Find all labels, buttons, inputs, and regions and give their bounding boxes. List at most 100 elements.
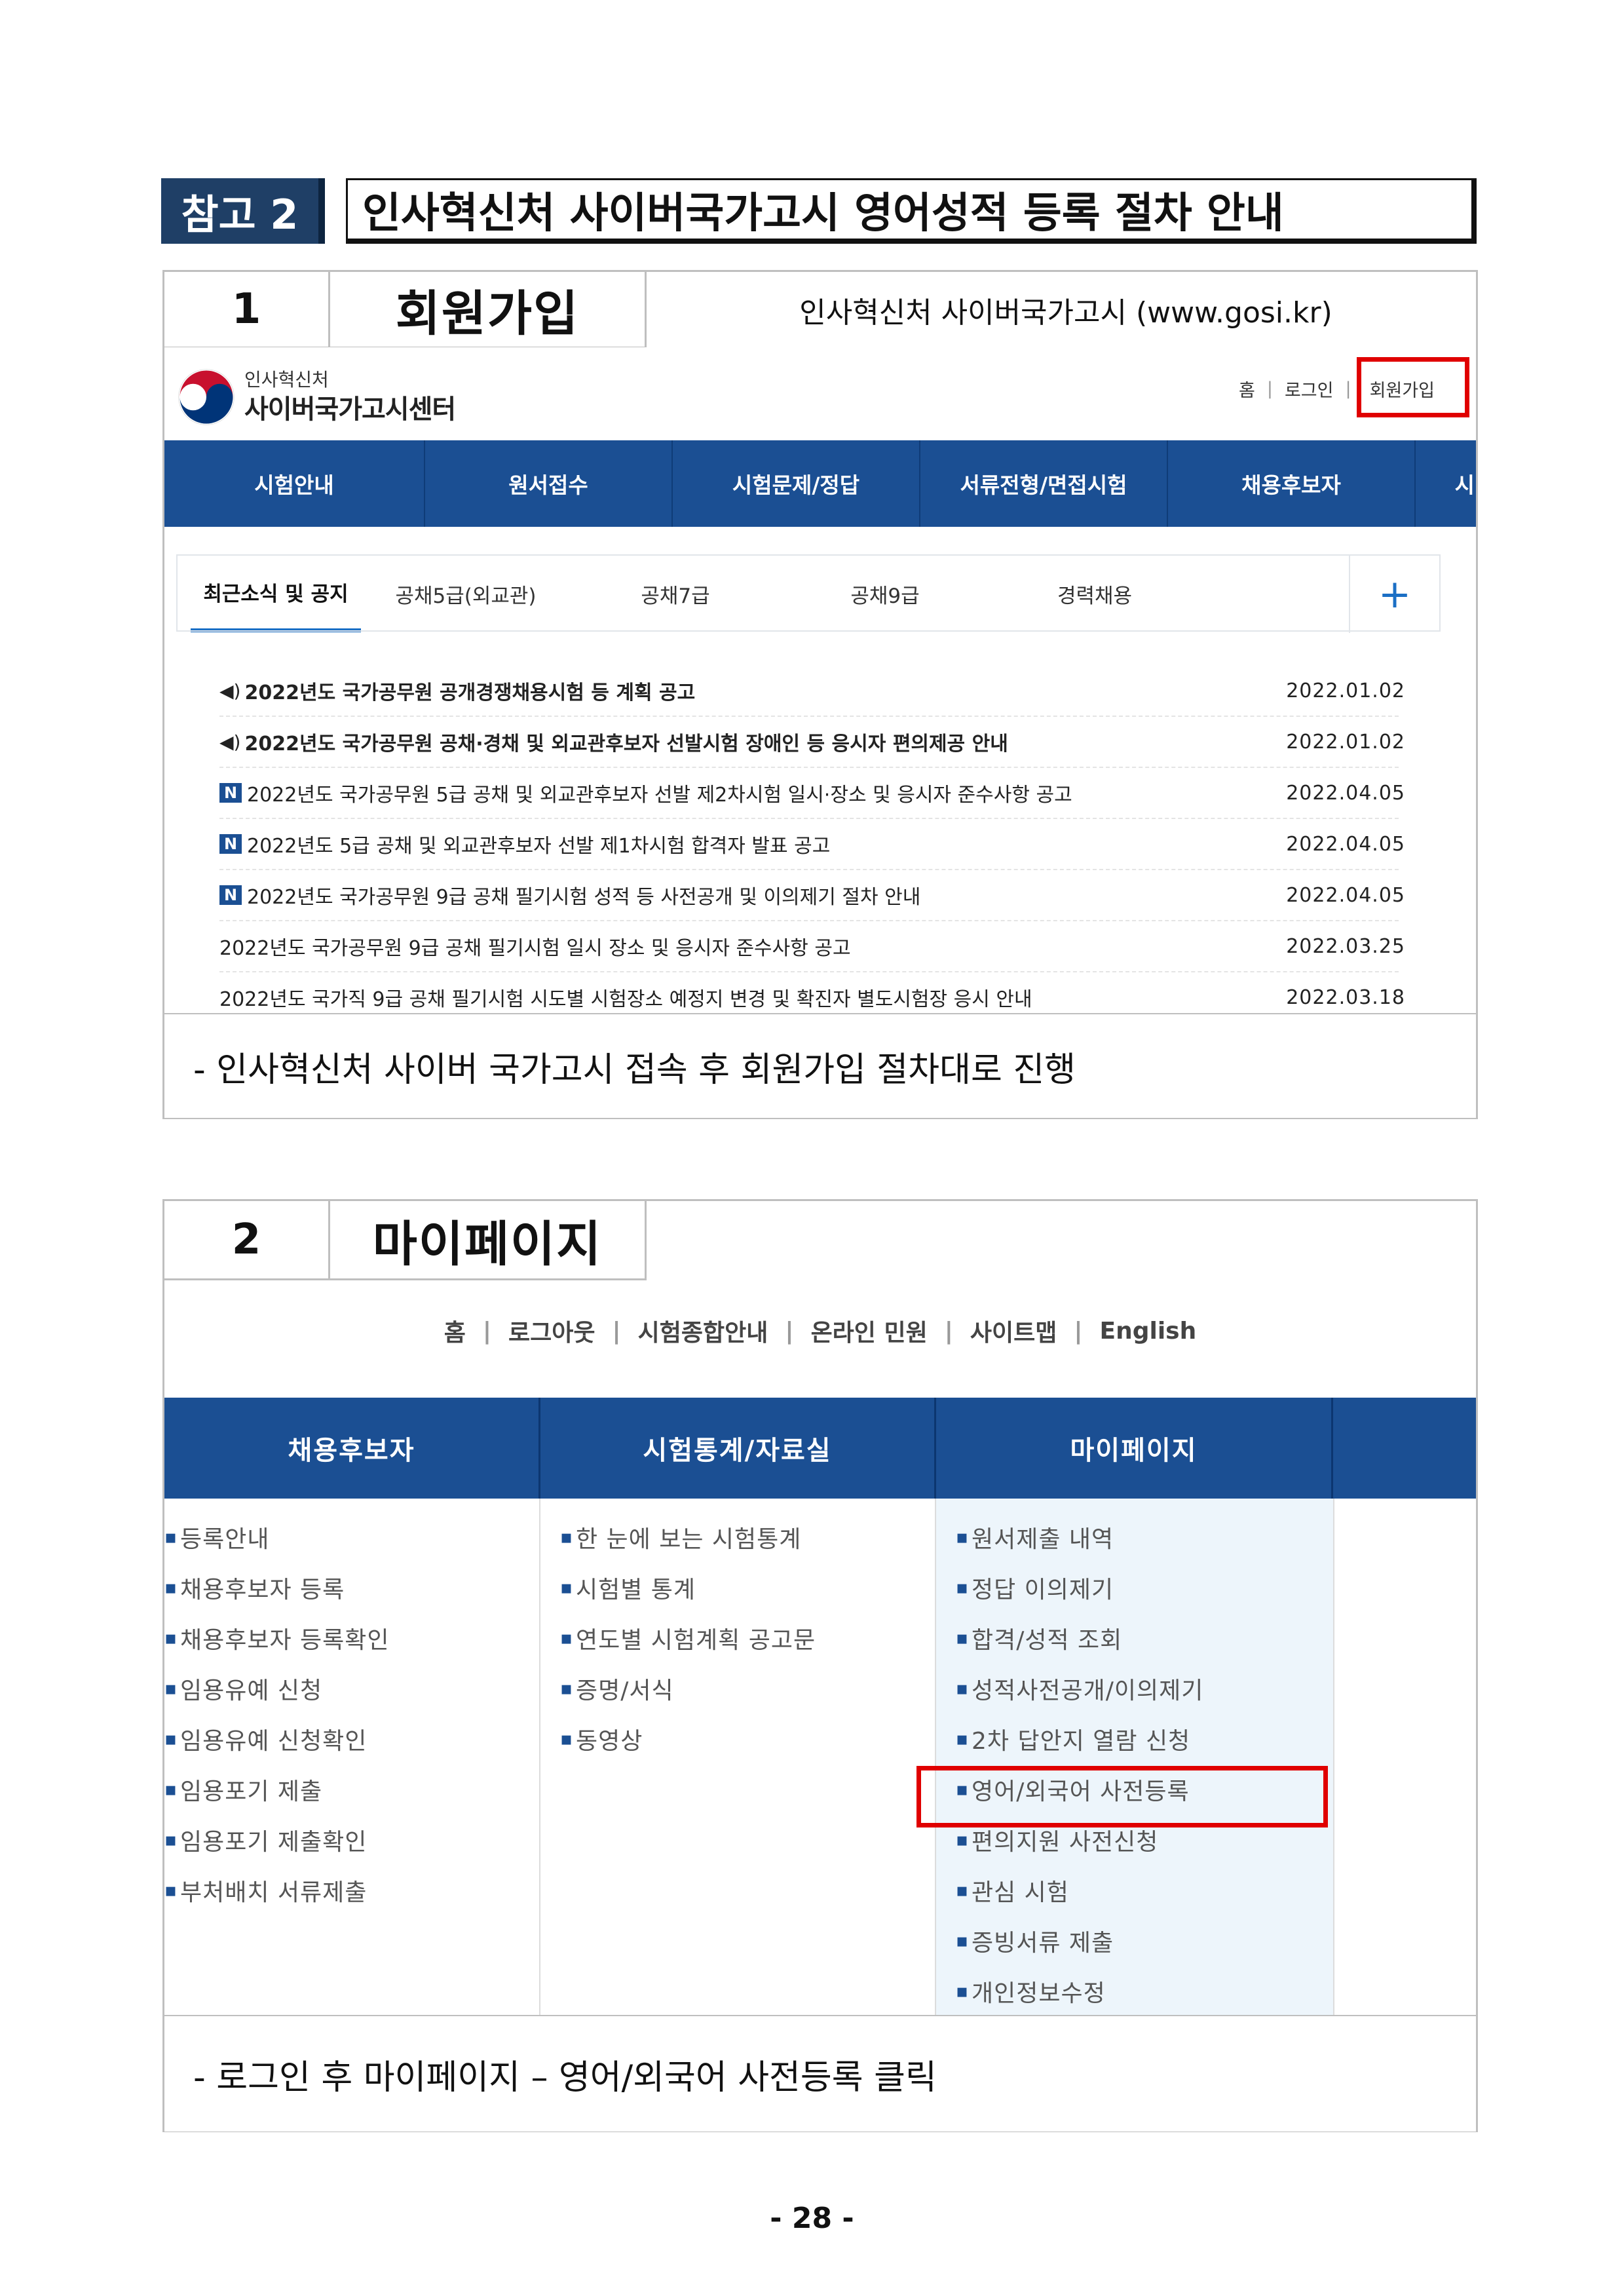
menu-item[interactable]: 증명/서식 (560, 1663, 816, 1713)
notice-row[interactable]: N 2022년도 국가공무원 9급 공채 필기시험 성적 등 사전공개 및 이의제… (219, 870, 1405, 921)
menu-item[interactable]: 채용후보자 등록확인 (164, 1613, 390, 1663)
reference-label: 참고 2 (161, 178, 325, 244)
step1-number: 1 (162, 270, 330, 349)
menu-item[interactable]: 임용유예 신청확인 (164, 1713, 390, 1764)
logo-title[interactable]: 사이버국가고시센터 (244, 388, 456, 426)
notice-row[interactable]: 2022년도 국가공무원 9급 공채 필기시험 일시 장소 및 응시자 준수사항… (219, 921, 1405, 972)
notice-row[interactable]: 2022년도 국가직 9급 공채 필기시험 시도별 시험장소 예정지 변경 및 … (219, 972, 1405, 1013)
menu-item[interactable]: 동영상 (560, 1713, 816, 1764)
menu-item[interactable]: 2차 답안지 열람 신청 (956, 1713, 1203, 1764)
column-divider (539, 1499, 540, 2015)
english-registration-highlight-box (916, 1766, 1328, 1827)
notice-title[interactable]: 2022년도 국가공무원 9급 공채 필기시험 성적 등 사전공개 및 이의제기… (247, 881, 920, 909)
plus-icon[interactable]: + (1349, 556, 1439, 633)
menu-item[interactable]: 임용유예 신청 (164, 1663, 390, 1713)
main-nav: 시험안내 원서접수 시험문제/정답 서류전형/면접시험 채용후보자 시 (164, 440, 1476, 527)
exam-guide-link[interactable]: 시험종합안내 (638, 1314, 768, 1348)
menu-item[interactable]: 등록안내 (164, 1512, 390, 1562)
menu-item[interactable]: 성적사전공개/이의제기 (956, 1663, 1203, 1713)
government-logo-icon (178, 369, 235, 425)
menu-item[interactable]: 합격/성적 조회 (956, 1613, 1203, 1663)
tab-grade5[interactable]: 공채5급(외교관) (361, 555, 571, 632)
nav-document-interview[interactable]: 서류전형/면접시험 (920, 440, 1168, 527)
site-address: 인사혁신처 사이버국가고시 (www.gosi.kr) (799, 296, 1332, 330)
utility-links: 홈 | 로그아웃 | 시험종합안내 | 온라인 민원 | 사이트맵 | Engl… (164, 1314, 1476, 1348)
notice-title[interactable]: 2022년도 5급 공채 및 외교관후보자 선발 제1차시험 합격자 발표 공고 (247, 830, 830, 858)
step1-instruction: - 인사혁신처 사이버 국가고시 접속 후 회원가입 절차대로 진행 (164, 1013, 1476, 1118)
separator: | (944, 1317, 953, 1345)
notice-date: 2022.03.25 (1286, 934, 1405, 958)
mypage-menu-column: 원서제출 내역정답 이의제기합격/성적 조회성적사전공개/이의제기2차 답안지 … (956, 1512, 1203, 2015)
notice-title[interactable]: 2022년도 국가공무원 5급 공채 및 외교관후보자 선발 제2차시험 일시·… (247, 778, 1072, 807)
signup-highlight-box (1357, 357, 1469, 417)
notice-date: 2022.01.02 (1286, 730, 1405, 754)
notice-list: ◀) 2022년도 국가공무원 공개경쟁채용시험 등 계획 공고 2022.01.0… (219, 666, 1405, 1013)
candidates-menu-column: 등록안내채용후보자 등록채용후보자 등록확인임용유예 신청임용유예 신청확인임용… (164, 1512, 390, 1915)
step2-title: 마이페이지 (328, 1199, 647, 1280)
step1-title: 회원가입 (328, 270, 647, 349)
tab-recent-news[interactable]: 최근소식 및 공지 (191, 555, 361, 632)
nav-mypage[interactable]: 마이페이지 (936, 1398, 1333, 1499)
document-title: 인사혁신처 사이버국가고시 영어성적 등록 절차 안내 (346, 178, 1477, 244)
notice-title[interactable]: 2022년도 국가공무원 공채·경채 및 외교관후보자 선발시험 장애인 등 응… (244, 727, 1008, 756)
tab-grade7[interactable]: 공채7급 (571, 555, 780, 632)
home-link[interactable]: 홈 (444, 1314, 466, 1348)
tab-career[interactable]: 경력채용 (990, 555, 1199, 632)
new-badge-icon: N (219, 783, 242, 803)
nav-candidates[interactable]: 채용후보자 (164, 1398, 540, 1499)
login-link[interactable]: 로그인 (1285, 376, 1334, 402)
notice-date: 2022.04.05 (1286, 781, 1405, 805)
step2-number: 2 (162, 1199, 330, 1280)
logout-link[interactable]: 로그아웃 (508, 1314, 595, 1348)
nav-statistics[interactable]: 시험통계/자료실 (540, 1398, 936, 1499)
notice-title[interactable]: 2022년도 국가직 9급 공채 필기시험 시도별 시험장소 예정지 변경 및 … (219, 983, 1032, 1012)
notice-title[interactable]: 2022년도 국가공무원 공개경쟁채용시험 등 계획 공고 (244, 676, 695, 705)
sitemap-link[interactable]: 사이트맵 (970, 1314, 1057, 1348)
menu-item[interactable]: 정답 이의제기 (956, 1562, 1203, 1613)
menu-item[interactable]: 임용포기 제출확인 (164, 1814, 390, 1865)
notice-tabs: 최근소식 및 공지 공채5급(외교관) 공채7급 공채9급 경력채용 + (176, 554, 1441, 633)
nav-application[interactable]: 원서접수 (425, 440, 673, 527)
nav-exam-info[interactable]: 시험안내 (164, 440, 425, 527)
notice-row[interactable]: ◀) 2022년도 국가공무원 공채·경채 및 외교관후보자 선발시험 장애인 등… (219, 717, 1405, 768)
online-civil-link[interactable]: 온라인 민원 (811, 1314, 928, 1348)
separator: | (1345, 379, 1351, 399)
menu-item[interactable]: 개인정보수정 (956, 1966, 1203, 2015)
new-badge-icon: N (219, 885, 242, 905)
menu-item[interactable]: 관심 시험 (956, 1865, 1203, 1915)
menu-item[interactable]: 채용후보자 등록 (164, 1562, 390, 1613)
menu-item[interactable]: 부처배치 서류제출 (164, 1865, 390, 1915)
nav-candidates[interactable]: 채용후보자 (1168, 440, 1416, 527)
notice-row[interactable]: ◀) 2022년도 국가공무원 공개경쟁채용시험 등 계획 공고 2022.01.0… (219, 666, 1405, 717)
speaker-icon: ◀) (219, 679, 241, 702)
column-divider (935, 1499, 936, 2015)
step2-instruction: - 로그인 후 마이페이지 – 영어/외국어 사전등록 클릭 (164, 2015, 1476, 2132)
notice-date: 2022.03.18 (1286, 985, 1405, 1009)
notice-row[interactable]: N 2022년도 국가공무원 5급 공채 및 외교관후보자 선발 제2차시험 일시… (219, 768, 1405, 819)
notice-row[interactable]: N 2022년도 5급 공채 및 외교관후보자 선발 제1차시험 합격자 발표 공… (219, 819, 1405, 870)
nav-more[interactable]: 시 (1416, 440, 1475, 527)
new-badge-icon: N (219, 834, 242, 854)
column-divider (1333, 1499, 1334, 2015)
separator: | (482, 1317, 492, 1345)
menu-item[interactable]: 임용포기 제출 (164, 1764, 390, 1814)
notice-date: 2022.01.02 (1286, 679, 1405, 702)
menu-item[interactable]: 연도별 시험계획 공고문 (560, 1613, 816, 1663)
menu-item[interactable]: 증빙서류 제출 (956, 1915, 1203, 1966)
separator: | (785, 1317, 794, 1345)
menu-item[interactable]: 원서제출 내역 (956, 1512, 1203, 1562)
notice-title[interactable]: 2022년도 국가공무원 9급 공채 필기시험 일시 장소 및 응시자 준수사항… (219, 932, 851, 961)
gosi-home-screenshot: 인사혁신처 사이버국가고시센터 홈 | 로그인 | 회원가입 시험안내 원서접수… (164, 347, 1476, 1013)
tab-grade9[interactable]: 공채9급 (780, 555, 990, 632)
english-link[interactable]: English (1100, 1318, 1197, 1345)
mypage-screenshot: 홈 | 로그아웃 | 시험종합안내 | 온라인 민원 | 사이트맵 | Engl… (164, 1288, 1476, 2015)
menu-item[interactable]: 한 눈에 보는 시험통계 (560, 1512, 816, 1562)
nav-questions-answers[interactable]: 시험문제/정답 (673, 440, 920, 527)
menu-item[interactable]: 시험별 통계 (560, 1562, 816, 1613)
tab-divider (176, 630, 1441, 632)
notice-date: 2022.04.05 (1286, 883, 1405, 907)
home-link[interactable]: 홈 (1239, 376, 1255, 402)
mega-menu-nav: 채용후보자 시험통계/자료실 마이페이지 (164, 1398, 1476, 1499)
statistics-menu-column: 한 눈에 보는 시험통계시험별 통계연도별 시험계획 공고문증명/서식동영상 (560, 1512, 816, 1764)
separator: | (1266, 379, 1273, 399)
